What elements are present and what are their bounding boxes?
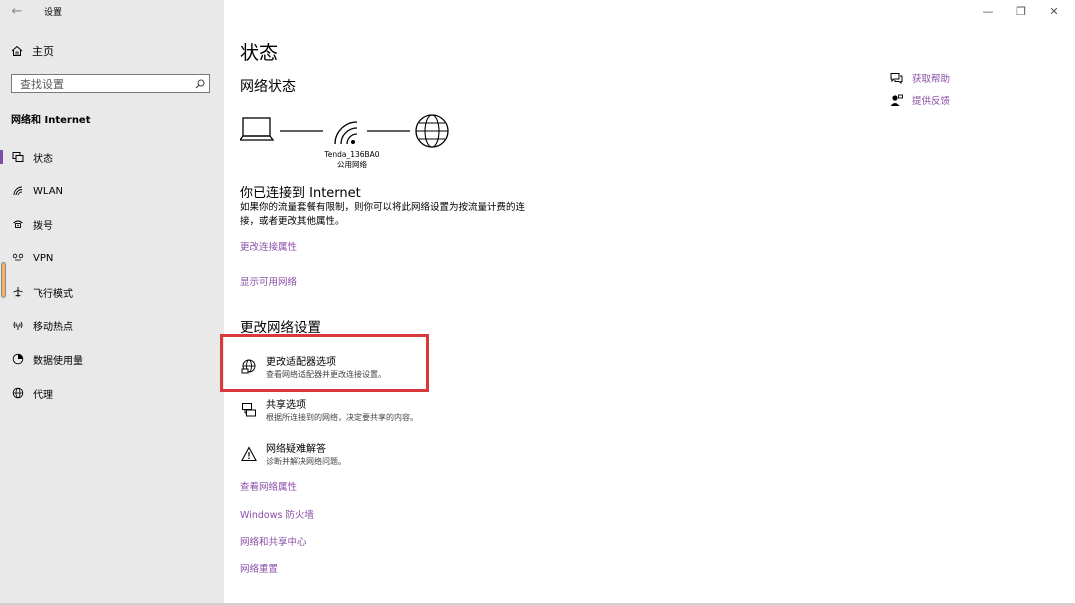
option-title: 共享选项: [266, 400, 306, 411]
maximize-button[interactable]: ❐: [1014, 5, 1028, 18]
sidebar-item-label: 拨号: [33, 220, 53, 232]
view-network-properties-link[interactable]: 查看网络属性: [240, 479, 297, 493]
vpn-icon: [11, 251, 25, 265]
hotspot-icon: [11, 318, 25, 332]
feedback-link[interactable]: 提供反馈: [889, 93, 950, 107]
network-diagram: [240, 114, 449, 148]
app-title: 设置: [44, 8, 63, 18]
status-icon: [11, 150, 25, 164]
wifi-icon: [11, 184, 25, 198]
scroll-handle[interactable]: [1, 262, 6, 298]
network-status-heading: 网络状态: [240, 79, 296, 95]
connected-description: 如果你的流量套餐有限制，则你可以将此网络设置为按流量计费的连接，或者更改其他属性…: [240, 202, 526, 227]
feedback-person-icon: [889, 93, 903, 107]
warning-icon: [240, 445, 258, 463]
sidebar-item-dialup[interactable]: 拨号: [0, 213, 224, 235]
option-description: 根据所连接到的网络，决定要共享的内容。: [266, 413, 418, 422]
network-ssid: Tenda_136BA0: [324, 150, 380, 159]
data-usage-icon: [11, 352, 25, 366]
network-type: 公用网络: [337, 160, 367, 169]
home-label: 主页: [32, 45, 54, 58]
laptop-icon: [240, 117, 275, 141]
connected-title: 你已连接到 Internet: [240, 186, 361, 201]
sidebar-home[interactable]: 主页: [11, 43, 54, 59]
globe-icon: [415, 114, 449, 148]
get-help-label: 获取帮助: [912, 74, 951, 85]
change-connection-properties-link[interactable]: 更改连接属性: [240, 239, 297, 253]
windows-firewall-link[interactable]: Windows 防火墙: [240, 507, 314, 521]
close-button[interactable]: ✕: [1047, 5, 1061, 18]
sidebar-item-label: WLAN: [33, 185, 64, 197]
show-available-networks-link[interactable]: 显示可用网络: [240, 274, 297, 288]
network-reset-link[interactable]: 网络重置: [240, 561, 278, 575]
search-input[interactable]: 查找设置: [12, 76, 191, 92]
minimize-button[interactable]: —: [981, 5, 995, 18]
option-troubleshoot[interactable]: 网络疑难解答 诊断并解决网络问题。: [240, 443, 346, 467]
window-controls: — ❐ ✕: [981, 5, 1061, 18]
sidebar-item-label: 数据使用量: [33, 355, 83, 367]
highlight-box: [220, 334, 429, 392]
proxy-icon: [11, 386, 25, 400]
option-title: 网络疑难解答: [266, 444, 326, 455]
search-box[interactable]: 查找设置: [11, 74, 210, 93]
sidebar-item-label: VPN: [33, 252, 54, 264]
chat-help-icon: [889, 71, 903, 85]
wifi-signal-icon: [334, 121, 358, 145]
dialup-icon: [11, 217, 25, 231]
page-title: 状态: [240, 42, 279, 64]
change-network-settings-heading: 更改网络设置: [240, 320, 321, 336]
sidebar-item-hotspot[interactable]: 移动热点: [0, 314, 224, 336]
network-ssid-block: Tenda_136BA0 公用网络: [302, 150, 402, 170]
sidebar-section-label: 网络和 Internet: [11, 115, 91, 126]
network-sharing-center-link[interactable]: 网络和共享中心: [240, 534, 307, 548]
sidebar-item-label: 代理: [33, 389, 53, 401]
airplane-icon: [11, 285, 25, 299]
home-icon: [11, 45, 23, 56]
feedback-label: 提供反馈: [912, 96, 951, 107]
search-icon[interactable]: [191, 75, 209, 92]
sidebar-item-label: 状态: [33, 153, 53, 165]
sidebar-item-proxy[interactable]: 代理: [0, 382, 224, 404]
sidebar-item-label: 移动热点: [33, 321, 73, 333]
sidebar-item-vpn[interactable]: VPN: [0, 247, 224, 269]
sidebar: ← 设置 主页 查找设置 网络和 Internet 状态 WLAN 拨号 VPN…: [0, 0, 224, 605]
sidebar-item-wlan[interactable]: WLAN: [0, 180, 224, 202]
sharing-icon: [240, 401, 258, 419]
sidebar-item-label: 飞行模式: [33, 288, 73, 300]
sidebar-item-airplane[interactable]: 飞行模式: [0, 281, 224, 303]
sidebar-item-status[interactable]: 状态: [0, 146, 224, 168]
main-content: — ❐ ✕ 状态 网络状态 Tenda_136BA0 公用网络 你已连接到 In…: [220, 0, 1075, 605]
sidebar-item-data-usage[interactable]: 数据使用量: [0, 348, 224, 370]
option-sharing[interactable]: 共享选项 根据所连接到的网络，决定要共享的内容。: [240, 399, 418, 423]
option-description: 诊断并解决网络问题。: [266, 457, 346, 466]
get-help-link[interactable]: 获取帮助: [889, 71, 950, 85]
back-arrow-icon[interactable]: ←: [8, 4, 26, 20]
